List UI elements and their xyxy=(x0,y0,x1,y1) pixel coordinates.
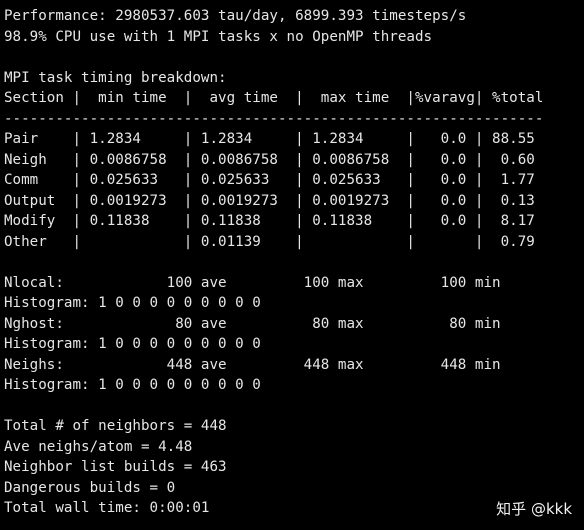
total-neighbors-line: Total # of neighbors = 448 xyxy=(4,418,227,434)
terminal-output[interactable]: Performance: 2980537.603 tau/day, 6899.3… xyxy=(0,0,584,530)
blank-line-3 xyxy=(4,396,584,417)
neighbor-list-builds-line: Neighbor list builds = 463 xyxy=(4,459,227,475)
dangerous-builds-line: Dangerous builds = 0 xyxy=(4,479,176,496)
timing-table-rule: ----------------------------------------… xyxy=(4,110,544,127)
table-row-neigh: Neigh | 0.0086758 | 0.0086758 | 0.008675… xyxy=(4,151,535,168)
nghost-histogram-line: Histogram: 1 0 0 0 0 0 0 0 0 0 xyxy=(4,336,261,352)
nghost-line: Nghost: 80 ave 80 max 80 min xyxy=(4,315,501,332)
blank-line-2 xyxy=(4,252,584,273)
table-row-other: Other | | 0.01139 | | | 0.79 xyxy=(4,233,535,250)
table-row-pair: Pair | 1.2834 | 1.2834 | 1.2834 | 0.0 | … xyxy=(4,131,535,147)
neighs-line: Neighs: 448 ave 448 max 448 min xyxy=(4,356,501,373)
zhihu-watermark: 知乎 @kkk xyxy=(496,500,572,518)
nlocal-line: Nlocal: 100 ave 100 max 100 min xyxy=(4,274,501,291)
performance-line: Performance: 2980537.603 tau/day, 6899.3… xyxy=(4,8,467,24)
ave-neighs-per-atom-line: Ave neighs/atom = 4.48 xyxy=(4,438,193,455)
timing-table-header: Section | min time | avg time | max time… xyxy=(4,90,544,106)
timing-breakdown-title: MPI task timing breakdown: xyxy=(4,69,227,86)
nlocal-histogram-line: Histogram: 1 0 0 0 0 0 0 0 0 0 xyxy=(4,295,261,311)
neighs-histogram-line: Histogram: 1 0 0 0 0 0 0 0 0 0 xyxy=(4,377,261,393)
blank-line-1 xyxy=(4,47,584,68)
table-row-comm: Comm | 0.025633 | 0.025633 | 0.025633 | … xyxy=(4,172,535,188)
cpu-use-line: 98.9% CPU use with 1 MPI tasks x no Open… xyxy=(4,28,433,45)
table-row-output: Output | 0.0019273 | 0.0019273 | 0.00192… xyxy=(4,192,535,209)
table-row-modify: Modify | 0.11838 | 0.11838 | 0.11838 | 0… xyxy=(4,213,535,229)
